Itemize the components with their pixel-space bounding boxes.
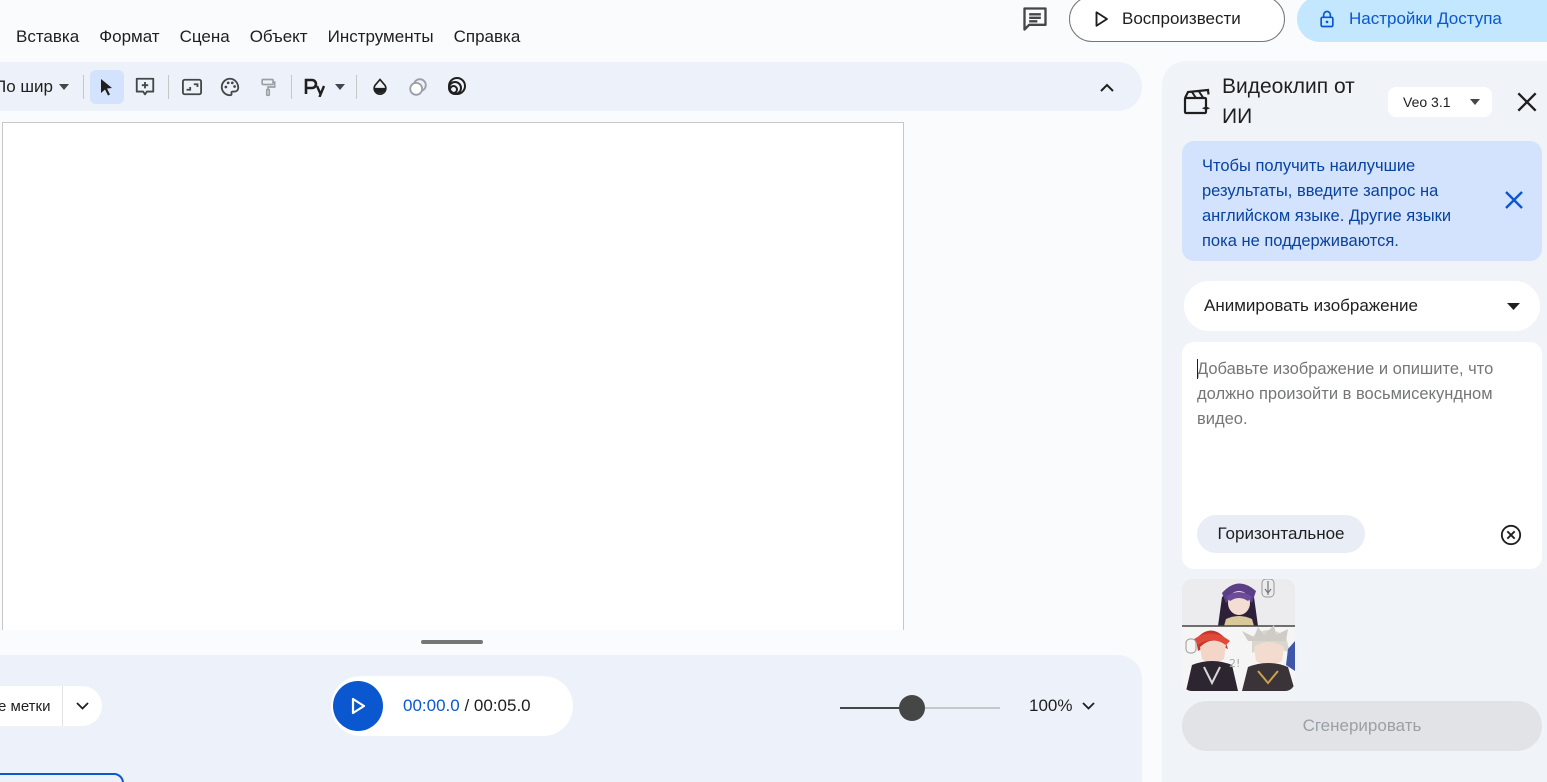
generate-button[interactable]: Сгенерировать: [1182, 701, 1542, 751]
current-time: 00:00.0: [403, 696, 460, 715]
menu-format[interactable]: Формат: [89, 27, 169, 47]
time-separator: /: [459, 696, 474, 715]
share-settings-button[interactable]: Настройки Доступа: [1297, 0, 1547, 42]
scene-canvas[interactable]: [2, 122, 904, 630]
menu-scene[interactable]: Сцена: [170, 27, 240, 47]
timeline-zoom-value: 100%: [1029, 696, 1073, 715]
labels-select[interactable]: е метки: [0, 686, 102, 726]
canvas-area: [0, 111, 1142, 630]
theme-button[interactable]: [213, 70, 247, 104]
toolbar-divider: [168, 74, 169, 99]
chevron-down-icon: [1082, 702, 1096, 710]
play-button-label: Воспроизвести: [1122, 9, 1241, 28]
svg-text:2!: 2!: [1229, 657, 1240, 670]
model-select[interactable]: Veo 3.1: [1388, 87, 1492, 117]
add-text-box-button[interactable]: [128, 70, 162, 104]
zoom-select-label: По шир: [0, 76, 53, 96]
play-icon: [351, 697, 366, 715]
timeline-panel: е метки 00:00.0 / 00:05.0 100%: [0, 655, 1142, 782]
timeline-zoom-slider[interactable]: [840, 695, 1000, 721]
select-tool-button[interactable]: [90, 69, 124, 104]
chevron-up-icon: [1100, 83, 1114, 92]
reference-image-thumbnail[interactable]: 2!: [1182, 579, 1295, 691]
ai-video-panel: Видеоклип от ИИ Veo 3.1 Чтобы получить н…: [1162, 61, 1547, 782]
menu-tools[interactable]: Инструменты: [318, 27, 444, 47]
fill-color-icon: [373, 77, 387, 95]
generation-mode-value: Анимировать изображение: [1204, 296, 1418, 315]
palette-icon: [220, 77, 240, 96]
timeline-play-button[interactable]: [333, 681, 383, 731]
prompt-input[interactable]: [1197, 357, 1532, 507]
playback-control: 00:00.0 / 00:05.0: [331, 676, 573, 736]
collapse-toolbar-button[interactable]: [1094, 74, 1120, 100]
opacity-icon: [409, 77, 427, 96]
timeline-clip[interactable]: [0, 773, 124, 782]
timeline-resize-handle[interactable]: [421, 640, 483, 644]
opacity-button[interactable]: [401, 70, 435, 104]
share-button-label: Настройки Доступа: [1349, 9, 1502, 28]
fill-color-button[interactable]: [363, 70, 397, 104]
model-select-value: Veo 3.1: [1403, 94, 1451, 110]
zoom-select[interactable]: По шир: [0, 77, 79, 97]
caret-down-icon: [1470, 99, 1480, 105]
generation-mode-select[interactable]: Анимировать изображение: [1184, 281, 1540, 331]
paint-format-icon: [261, 78, 276, 96]
text-caret: [1197, 359, 1198, 379]
slider-thumb[interactable]: [899, 695, 925, 721]
panel-title: Видеоклип от ИИ: [1222, 75, 1355, 128]
font-icon: [304, 78, 326, 97]
time-readout: 00:00.0 / 00:05.0: [403, 696, 531, 716]
toolbar: По шир: [0, 62, 1142, 111]
clear-circle-icon[interactable]: [1500, 524, 1522, 546]
labels-select-label: е метки: [0, 697, 51, 715]
border-rings-button[interactable]: [439, 70, 473, 104]
orientation-chip[interactable]: Горизонтальное: [1197, 515, 1365, 553]
labels-dropdown-button[interactable]: [62, 686, 102, 726]
orientation-chip-label: Горизонтальное: [1217, 524, 1345, 543]
font-select-button[interactable]: [298, 70, 350, 104]
comment-icon: [1023, 7, 1047, 31]
comments-button[interactable]: [1018, 4, 1052, 34]
paint-format-button[interactable]: [251, 70, 285, 104]
rings-icon: [448, 76, 466, 95]
menu-object[interactable]: Объект: [240, 27, 318, 47]
total-time: 00:05.0: [473, 696, 531, 715]
ai-video-clip-icon: [1183, 88, 1211, 115]
toolbar-divider: [83, 74, 84, 99]
toolbar-divider: [291, 74, 292, 99]
caret-down-icon: [1507, 302, 1520, 310]
language-notice-text: Чтобы получить наилучшие результаты, вве…: [1202, 157, 1452, 250]
anime-characters-image: 2!: [1182, 579, 1295, 691]
add-text-box-icon: [135, 77, 155, 95]
menu-help[interactable]: Справка: [444, 27, 531, 47]
caret-down-icon: [59, 83, 69, 90]
play-icon: [1095, 11, 1108, 27]
chevron-down-icon: [76, 702, 89, 710]
image-button[interactable]: [175, 70, 209, 104]
play-button[interactable]: Воспроизвести: [1069, 0, 1285, 42]
menu-bar: Вставка Формат Сцена Объект Инструменты …: [0, 22, 530, 52]
menu-insert[interactable]: Вставка: [0, 27, 89, 47]
lock-icon: [1320, 10, 1334, 28]
caret-down-icon: [335, 83, 345, 90]
cursor-arrow-icon: [101, 78, 112, 95]
generate-button-label: Сгенерировать: [1302, 716, 1422, 735]
timeline-zoom-select[interactable]: 100%: [1029, 696, 1096, 716]
prompt-card: Горизонтальное: [1182, 342, 1542, 569]
image-icon: [182, 78, 202, 95]
close-icon[interactable]: [1502, 188, 1526, 212]
close-icon[interactable]: [1514, 89, 1540, 115]
language-notice: Чтобы получить наилучшие результаты, вве…: [1182, 141, 1542, 261]
toolbar-divider: [356, 74, 357, 99]
